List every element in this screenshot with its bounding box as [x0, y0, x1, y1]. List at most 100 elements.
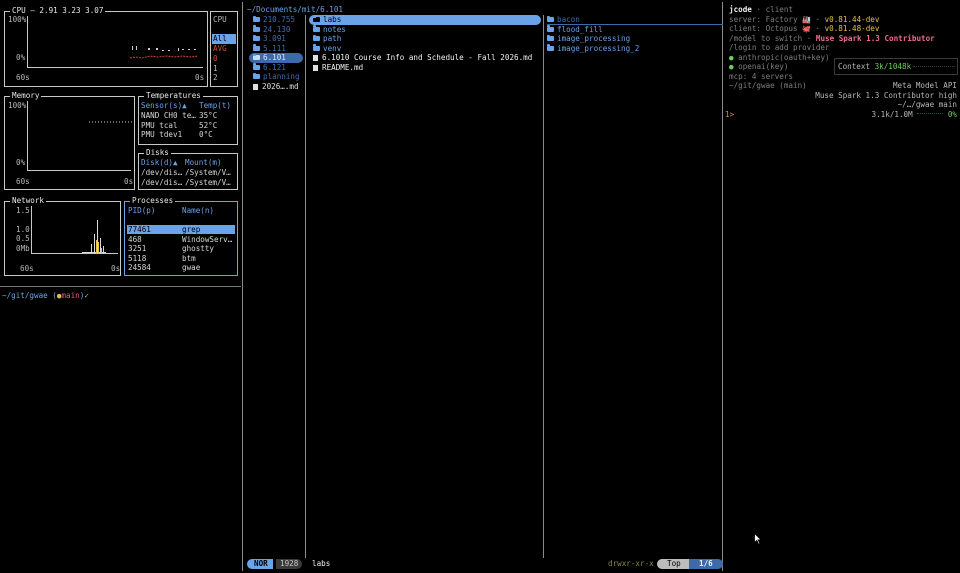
parent-folder-item[interactable]: 24.130 [253, 25, 290, 35]
folder-icon [253, 34, 260, 41]
process-row-name[interactable]: grep [182, 225, 200, 235]
cpu-legend-core-2[interactable]: 2 [213, 73, 218, 83]
left-split-divider[interactable] [0, 286, 241, 287]
network-x-right: 0s [111, 264, 121, 273]
memory-y-bot: 0% [16, 158, 26, 167]
parent-folder-item[interactable]: 6.121 [253, 63, 286, 73]
temperature-row-value: 0°C [199, 130, 213, 139]
folder-icon [253, 15, 260, 22]
temperature-row-sensor: NAND CH0 te… [141, 111, 196, 120]
directory-info: ~/…/gwae main [897, 100, 957, 109]
parent-folder-item-selected[interactable]: 6.101 [249, 53, 303, 63]
status-index: 1/6 [689, 559, 723, 569]
cpu-legend[interactable]: CPU All AVG 0 1 2 [210, 11, 238, 87]
current-folder-item[interactable]: venv [313, 44, 341, 54]
server-sep: · [810, 14, 825, 24]
folder-icon [313, 44, 320, 51]
preview-folder-item[interactable]: image_processing [547, 34, 630, 44]
jcode-app-name: jcode [729, 5, 752, 14]
status-permissions: drwxr-xr-x [608, 559, 654, 568]
temperature-row-value: 35°C [199, 111, 218, 120]
provider-status-dot-icon: ● [729, 52, 734, 62]
network-y-tick: 0.5 [16, 234, 30, 243]
memory-x-left: 60s [16, 177, 30, 186]
provider-openai: ● openai(key) [729, 62, 789, 71]
folder-icon [547, 15, 554, 22]
status-selected-name: labs [312, 559, 331, 568]
disks-col-disk[interactable]: Disk(d)▲ [141, 158, 178, 168]
column-divider [305, 15, 306, 558]
usage-percent: 0% [947, 109, 957, 119]
processes-col-name[interactable]: Name(n) [182, 206, 214, 216]
client-version: v0.81.48-dev [824, 24, 880, 33]
markdown-file-icon [253, 83, 258, 90]
disk-row-name: /dev/dis… [141, 168, 183, 177]
model-name[interactable]: Muse Spark 1.3 Contributor [816, 34, 935, 43]
provider-status-dot-icon: ● [729, 62, 734, 71]
network-y-tick: 0Mb [16, 244, 30, 253]
folder-icon [547, 44, 554, 51]
file-manager-pane[interactable]: ~/Documents/mit/6.101 210.755 24.130 3.0… [242, 2, 723, 571]
context-box: Context 3k/1048k [834, 58, 958, 75]
disks-col-mount[interactable]: Mount(m) [185, 158, 222, 168]
parent-folder-item[interactable]: 210.755 [253, 15, 295, 25]
process-row-pid[interactable]: 3251 [128, 244, 146, 254]
preview-folder-item[interactable]: image_processing_2 [547, 44, 639, 54]
temperatures-widget[interactable]: Temperatures Sensor(s)▲ Temp(t) NAND CH0… [138, 91, 238, 145]
process-row-name[interactable]: gwae [182, 263, 200, 273]
temperatures-col-temp[interactable]: Temp(t) [199, 101, 231, 111]
shell-prompt[interactable]: ~/git/gwae (●main)✓ [2, 291, 89, 301]
shell-cwd: ~/git/gwae [2, 291, 48, 300]
process-row-name[interactable]: ghostty [182, 244, 214, 254]
jcode-pane[interactable]: jcode · client server: Factory 🏭 · v0.81… [724, 2, 960, 571]
preview-folder-item[interactable]: bacon [547, 15, 580, 25]
shell-branch: main [61, 291, 80, 300]
model-info: Muse Spark 1.3 Contributor high [815, 90, 957, 100]
server-label: server: Factory [729, 14, 803, 24]
current-folder-item[interactable]: path [313, 34, 341, 44]
jcode-header: jcode · client [729, 5, 793, 15]
shell-prompt-symbol: ✓ [84, 291, 89, 300]
cpu-legend-avg[interactable]: AVG [213, 44, 227, 54]
parent-folder-item[interactable]: 5.111 [253, 44, 286, 54]
client-sep: · [810, 24, 825, 33]
provider-anthropic: ● anthropic(oauth+key) [729, 52, 830, 62]
jcode-header-sep: · [751, 5, 766, 14]
temperatures-col-sensor[interactable]: Sensor(s)▲ [141, 101, 187, 111]
cpu-legend-all[interactable]: All [212, 34, 236, 44]
process-row-pid[interactable]: 24584 [128, 263, 151, 273]
cpu-legend-core-0[interactable]: 0 [213, 54, 218, 64]
folder-icon [547, 34, 554, 41]
disk-row-mount: /System/V… [185, 178, 231, 187]
folder-icon [547, 25, 554, 32]
disks-widget[interactable]: Disks Disk(d)▲ Mount(m) /dev/dis… /Syste… [138, 148, 238, 190]
folder-icon [253, 44, 260, 51]
current-file-item[interactable]: 6.1010 Course Info and Schedule - Fall 2… [313, 53, 532, 63]
disk-row-name: /dev/dis… [141, 178, 183, 187]
current-folder-item[interactable]: notes [313, 25, 346, 35]
processes-col-pid[interactable]: PID(p) [128, 206, 155, 216]
markdown-file-icon [313, 64, 318, 71]
folder-icon [253, 63, 260, 70]
network-widget[interactable]: Network 1.5 1.0 0.5 0Mb 60s 0s [4, 196, 121, 276]
usage-info: 3.1k/1.0M 0% [872, 110, 957, 120]
disks-title: Disks [144, 148, 171, 158]
process-row-pid[interactable]: 77461 [128, 225, 151, 235]
parent-folder-item[interactable]: 3.091 [253, 34, 286, 44]
input-prompt[interactable]: 1> [725, 110, 734, 120]
parent-file-item[interactable]: 2026….md [253, 82, 299, 92]
current-folder-item-selected[interactable]: labs [309, 15, 541, 25]
parent-folder-item[interactable]: planning [253, 72, 300, 82]
cpu-x-left: 60s [16, 73, 30, 82]
mouse-cursor-icon [754, 533, 762, 545]
processes-widget[interactable]: Processes PID(p) Name(n) 77461 grep 468 … [124, 196, 238, 276]
memory-widget[interactable]: Memory 100% 0% 60s 0s [4, 91, 135, 190]
memory-x-right: 0s [124, 177, 134, 186]
preview-folder-item[interactable]: flood_fill [547, 25, 603, 35]
login-hint: /login to add provider [729, 43, 830, 52]
cpu-widget[interactable]: CPU — 2.91 3.23 3.07 100% 0% 60s 0s [4, 6, 208, 87]
cpu-y-bot: 0% [16, 53, 26, 62]
current-file-item[interactable]: README.md [313, 63, 363, 73]
folder-icon [313, 25, 320, 32]
cpu-y-top: 100% [8, 15, 27, 24]
